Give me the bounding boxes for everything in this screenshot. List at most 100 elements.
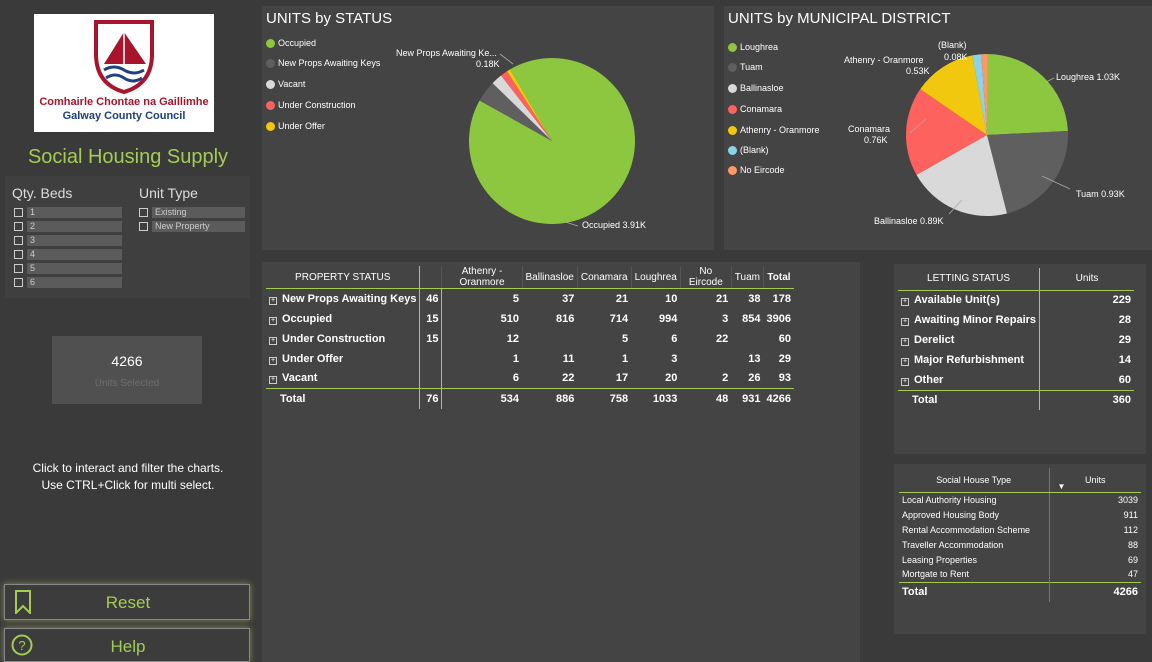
table-cell: 178: [772, 292, 791, 305]
unit-type-label: Unit Type: [139, 185, 198, 201]
property-status-table: PROPERTY STATUS Athenry - Oranmore Balli…: [266, 266, 794, 409]
column-header[interactable]: Units ▼: [1049, 468, 1141, 493]
letting-status-table: LETTING STATUS Units + Available Unit(s) 2…: [898, 268, 1134, 410]
table-row[interactable]: + Under Offer 1 11 1 3 13 29: [266, 348, 794, 369]
qty-beds-option[interactable]: 3: [14, 234, 122, 246]
column-header[interactable]: [419, 266, 443, 289]
table-cell: 510: [500, 312, 519, 325]
table-row[interactable]: Mortgate to Rent 47: [899, 567, 1141, 582]
logo-line1: Comhairle Chontae na Gaillimhe: [39, 96, 209, 108]
total-cell: 534: [441, 388, 522, 409]
pie-label: Athenry - Oranmore: [844, 55, 924, 65]
expand-icon[interactable]: +: [901, 358, 909, 366]
total-cell: 1033: [631, 388, 681, 409]
column-header[interactable]: Ballinasloe: [522, 266, 578, 289]
row-label: Rental Accommodation Scheme: [899, 522, 1050, 537]
total-cell: 360: [1039, 389, 1134, 410]
hint-line1: Click to interact and filter the charts.: [32, 461, 224, 475]
column-header[interactable]: PROPERTY STATUS: [266, 266, 421, 289]
expand-icon[interactable]: +: [269, 376, 277, 385]
column-header[interactable]: Tuam: [731, 266, 765, 289]
qty-beds-option[interactable]: 2: [14, 220, 122, 232]
table-cell: 816: [556, 312, 575, 325]
expand-icon[interactable]: +: [269, 356, 277, 365]
status-chart-panel: UNITS by STATUS Occupied New Props Await…: [262, 6, 714, 250]
table-row[interactable]: + Occupied 15 510 816 714 994 3 854 3906: [266, 308, 794, 329]
row-label: + Available Unit(s): [898, 290, 1041, 310]
pie-slice[interactable]: [987, 54, 1068, 135]
qty-beds-option[interactable]: 6: [14, 276, 122, 288]
table-cell: 15: [419, 328, 443, 349]
column-header[interactable]: Conamara: [577, 266, 632, 289]
expand-icon[interactable]: +: [269, 336, 277, 345]
sidebar: Comhairle Chontae na Gaillimhe Galway Co…: [0, 0, 256, 662]
table-cell: 6: [512, 372, 519, 385]
units-selected-value: 4266: [111, 353, 143, 369]
table-row[interactable]: + Available Unit(s) 229: [898, 290, 1134, 310]
total-row: Total 4266: [899, 581, 1141, 602]
row-label: + Major Refurbishment: [898, 350, 1041, 370]
table-row[interactable]: Local Authority Housing 3039: [899, 492, 1141, 507]
expand-icon[interactable]: +: [901, 298, 909, 307]
table-row[interactable]: Approved Housing Body 911: [899, 507, 1141, 522]
reset-button[interactable]: Reset: [4, 584, 250, 620]
expand-icon[interactable]: +: [269, 316, 277, 325]
qty-beds-option[interactable]: 1: [14, 206, 122, 218]
total-cell: 886: [522, 388, 578, 409]
table-row[interactable]: + Other 60: [898, 370, 1134, 390]
table-cell: 60: [1118, 373, 1131, 386]
table-cell: 3906: [766, 312, 791, 325]
hint-line2: Use CTRL+Click for multi select.: [41, 478, 215, 492]
expand-icon[interactable]: +: [901, 377, 909, 386]
total-cell: Total: [898, 389, 1041, 410]
table-cell: 3: [671, 352, 678, 365]
row-label: + Occupied: [266, 308, 421, 329]
pie-label: New Props Awaiting Ke...: [396, 48, 497, 58]
table-cell: 46: [419, 288, 443, 309]
table-row[interactable]: Traveller Accommodation 88: [899, 537, 1141, 552]
table-cell: 69: [1127, 554, 1138, 565]
column-header[interactable]: Units: [1039, 268, 1134, 291]
qty-beds-option[interactable]: 4: [14, 248, 122, 260]
table-cell: 229: [1112, 294, 1131, 307]
unit-type-option[interactable]: New Property: [139, 220, 245, 232]
council-logo: Comhairle Chontae na Gaillimhe Galway Co…: [34, 14, 214, 132]
expand-icon[interactable]: +: [269, 296, 277, 305]
row-label: + Other: [898, 370, 1041, 390]
table-cell: 1: [512, 352, 519, 365]
table-row[interactable]: Rental Accommodation Scheme 112: [899, 522, 1141, 537]
table-row[interactable]: + Derelict 29: [898, 330, 1134, 350]
table-row[interactable]: + Major Refurbishment 14: [898, 350, 1134, 370]
expand-icon[interactable]: +: [901, 338, 909, 346]
help-button[interactable]: ? Help: [4, 628, 250, 662]
table-cell: 11: [562, 352, 575, 365]
row-label: Mortgate to Rent: [899, 567, 1050, 582]
table-cell: 1: [621, 352, 629, 365]
column-header[interactable]: No Eircode: [680, 266, 732, 289]
table-cell: 911: [1123, 509, 1138, 520]
house-type-table: Social House Type Units ▼ Local Authority…: [899, 468, 1141, 602]
pie-label: (Blank): [938, 40, 967, 50]
table-cell: 6: [671, 332, 678, 345]
property-status-panel: PROPERTY STATUS Athenry - Oranmore Balli…: [262, 262, 860, 662]
column-header[interactable]: Loughrea: [631, 266, 681, 289]
table-cell: 28: [1118, 314, 1131, 326]
row-label: + Under Offer: [266, 348, 421, 369]
table-cell: 714: [609, 312, 629, 325]
table-cell: 5: [512, 292, 519, 305]
table-row[interactable]: + Awaiting Minor Repairs 28: [898, 310, 1134, 330]
qty-beds-option[interactable]: 5: [14, 262, 122, 274]
column-header[interactable]: LETTING STATUS: [898, 268, 1041, 291]
expand-icon[interactable]: +: [901, 318, 909, 326]
table-row[interactable]: + New Props Awaiting Keys 46 5 37 21 10 21 38 178: [266, 288, 794, 309]
status-pie[interactable]: [262, 6, 714, 250]
total-cell: 931: [731, 388, 764, 409]
table-row[interactable]: Leasing Properties 69: [899, 552, 1141, 567]
unit-type-option[interactable]: Existing: [139, 206, 245, 218]
table-row[interactable]: + Under Construction 15 12 5 6 22 60: [266, 328, 794, 349]
column-header[interactable]: Total: [763, 266, 794, 289]
column-header[interactable]: Athenry - Oranmore: [441, 266, 523, 289]
table-row[interactable]: + Vacant 6 22 17 20 2 26 93: [266, 368, 794, 389]
row-label: + Awaiting Minor Repairs: [898, 310, 1041, 330]
column-header[interactable]: Social House Type: [899, 468, 1050, 493]
